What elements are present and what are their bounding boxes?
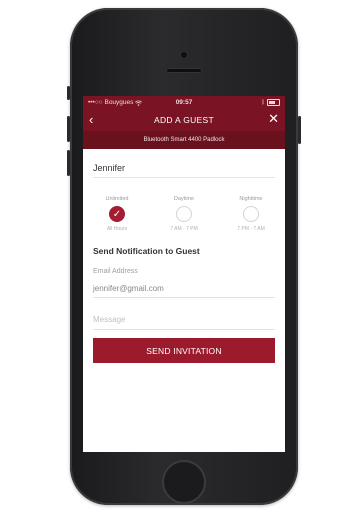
schedule-option-time: 7 AM - 7 PM	[170, 226, 198, 232]
schedule-option-unlimited[interactable]: Unlimited ✓ All Hours	[89, 196, 145, 232]
volume-up-button	[67, 116, 70, 142]
nav-bar: ‹ ADD A GUEST ✕	[83, 109, 285, 131]
schedule-option-label: Unlimited	[105, 196, 129, 202]
phone-frame: •••○○ Bouygues 09:57 ᛒ ‹ ADD A GUEST ✕ B…	[67, 8, 301, 505]
guest-name-underline	[93, 177, 275, 178]
email-label: Email Address	[93, 268, 138, 275]
device-name-bar: Bluetooth Smart 4400 Padlock	[83, 131, 285, 149]
schedule-option-label: Nighttime	[239, 196, 263, 202]
status-bar: •••○○ Bouygues 09:57 ᛒ	[83, 96, 285, 109]
schedule-option-time: 7 PM - 7 AM	[237, 226, 265, 232]
volume-down-button	[67, 150, 70, 176]
schedule-option-label: Daytime	[173, 196, 195, 202]
schedule-options: Unlimited ✓ All Hours Daytime 7 AM - 7 P…	[89, 196, 279, 232]
device-name: Bluetooth Smart 4400 Padlock	[143, 137, 225, 143]
status-time: 09:57	[175, 99, 193, 106]
battery-icon	[267, 99, 280, 106]
schedule-option-nighttime[interactable]: Nighttime 7 PM - 7 AM	[223, 196, 279, 232]
message-field[interactable]: Message	[93, 315, 275, 330]
close-icon[interactable]: ✕	[268, 111, 279, 127]
mute-switch	[67, 86, 70, 100]
phone-screen: •••○○ Bouygues 09:57 ᛒ ‹ ADD A GUEST ✕ B…	[83, 96, 285, 452]
radio-empty-icon[interactable]	[243, 206, 259, 222]
schedule-option-daytime[interactable]: Daytime 7 AM - 7 PM	[156, 196, 212, 232]
power-button	[298, 116, 301, 144]
checkmark-icon[interactable]: ✓	[109, 206, 125, 222]
radio-empty-icon[interactable]	[176, 206, 192, 222]
notification-section-title: Send Notification to Guest	[93, 246, 200, 256]
earpiece-speaker	[166, 68, 202, 73]
guest-name-field[interactable]: Jennifer	[93, 163, 275, 177]
home-button[interactable]	[162, 460, 206, 504]
schedule-option-time: All Hours	[106, 226, 128, 232]
email-field[interactable]: jennifer@gmail.com	[93, 284, 275, 298]
front-camera	[180, 51, 188, 59]
send-invitation-button[interactable]: SEND INVITATION	[93, 338, 275, 363]
page-title: ADD A GUEST	[154, 115, 214, 125]
chevron-left-icon[interactable]: ‹	[89, 112, 93, 127]
